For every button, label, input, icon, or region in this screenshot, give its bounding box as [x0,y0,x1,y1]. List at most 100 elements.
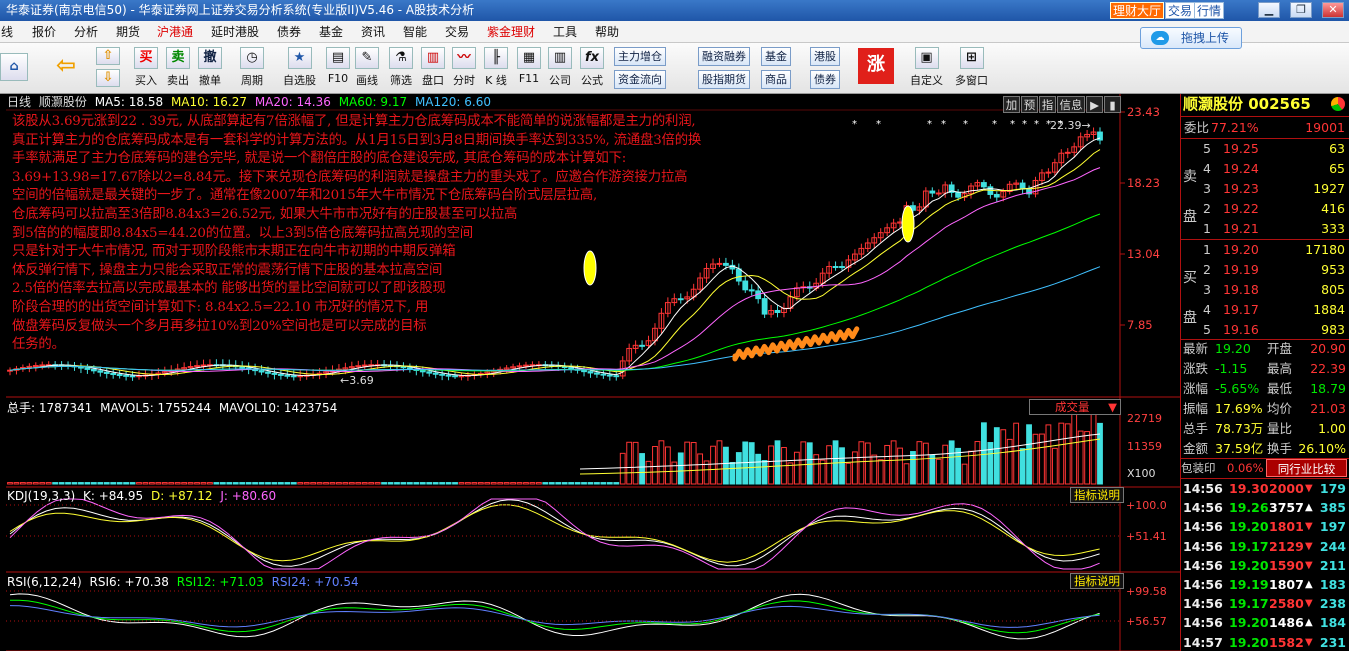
candle-body [200,364,207,367]
panel-toggle-icon[interactable]: ▮ [1104,96,1121,113]
ask-row[interactable]: 3 19.23 1927 [1181,179,1349,199]
menu-item-tools[interactable]: 工具 [553,21,577,43]
volume-bar [290,482,297,485]
order-book-button[interactable]: ▥ 盘口 [421,47,445,88]
index-button[interactable]: 指 [1039,96,1056,113]
volume-bar [19,482,26,485]
menu-item-trade[interactable]: 交易 [445,21,469,43]
tick-count: 238 [1319,596,1346,612]
kline-button[interactable]: ╟ K 线 [484,47,508,88]
fund-button[interactable]: 基金 [761,47,791,66]
kdj-help-button[interactable]: 指标说明 [1070,487,1124,503]
volume-bar [252,482,258,485]
menu-item-bonds[interactable]: 债券 [277,21,301,43]
volume-bar [45,482,52,485]
tick-volume: 3757 [1269,500,1304,516]
wealth-hall-button[interactable]: 理财大厅 [1110,2,1165,19]
back-arrow-icon: ⇦ [55,51,77,79]
index-futures-button[interactable]: 股指期货 [698,70,750,89]
menu-item-quote[interactable]: 报价 [32,21,56,43]
menu-item-futures[interactable]: 期货 [116,21,140,43]
close-icon[interactable]: ✕ [1322,2,1344,18]
bond-button[interactable]: 债券 [810,70,840,89]
menu-item-kline[interactable]: 线 [1,21,13,43]
bid-row[interactable]: 4 19.17 1884 [1181,300,1349,320]
cancel-order-button[interactable]: 撤 撤单 [198,47,222,88]
draw-line-button[interactable]: ✎ 画线 [355,47,379,88]
hk-stock-button[interactable]: 港股 [810,47,840,66]
industry-compare-button[interactable]: 同行业比较 [1266,459,1347,477]
volume-bar [1013,422,1020,485]
commodity-button[interactable]: 商品 [761,70,791,89]
menu-item-smart[interactable]: 智能 [403,21,427,43]
back-button[interactable]: ⇦ [52,51,80,79]
bid-row[interactable]: 5 19.16 983 [1181,320,1349,340]
trade-button[interactable]: 交易 [1165,2,1196,19]
tick-price: 19.30 [1229,481,1269,496]
sell-button[interactable]: 卖 卖出 [166,47,190,88]
company-button[interactable]: ▥ 公司 [548,47,572,88]
quote-button[interactable]: 行情 [1194,2,1225,19]
level-number: 1 [1203,221,1211,236]
volume-bar [548,482,555,485]
intraday-button[interactable]: 〰 分时 [452,47,476,88]
candle-body [516,365,523,368]
custom-button[interactable]: ▣ 自定义 [910,47,943,88]
level-number: 3 [1203,181,1211,196]
candle-body [594,372,600,375]
bid-row[interactable]: 1 19.20 17180 [1181,240,1349,260]
volume-axis-label: 22719 [1127,412,1162,425]
minimize-icon[interactable]: ▁ [1258,2,1280,18]
capital-flow-button[interactable]: 资金流向 [614,70,666,89]
menu-item-hk-connect[interactable]: 沪港通 [157,21,193,43]
multi-window-button[interactable]: ⊞ 多窗口 [955,47,988,88]
ask-row[interactable]: 1 19.21 333 [1181,219,1349,239]
margin-trading-button[interactable]: 融资融券 [698,47,750,66]
watchlist-button[interactable]: ★ 自选股 [283,47,316,88]
home-button[interactable]: ⌂ [0,53,28,81]
ask-row[interactable]: 5 19.25 63 [1181,139,1349,159]
bid-row[interactable]: 2 19.19 953 [1181,260,1349,280]
candle-body [419,369,426,373]
menu-item-zijin[interactable]: 紫金理财 [487,21,535,43]
alert-button[interactable]: 预 [1021,96,1038,113]
period-text: 日线 [7,95,32,109]
volume-bars [7,411,1103,485]
limit-up-button[interactable]: 涨 [858,48,894,84]
f11-button[interactable]: ▦ F11 [517,47,541,85]
pie-chart-icon[interactable] [1331,97,1345,111]
menu-item-help[interactable]: 帮助 [595,21,619,43]
ask-row[interactable]: 4 19.24 65 [1181,159,1349,179]
buy-button[interactable]: 买 买入 [134,47,158,88]
f10-button[interactable]: ▤ F10 [326,47,350,85]
volume-bar [413,482,420,485]
page-up-button[interactable]: ⇧ [96,47,120,65]
ask-row[interactable]: 2 19.22 416 [1181,199,1349,219]
formula-button[interactable]: fx 公式 [580,47,604,88]
ma10-text: MA10: 16.27 [170,95,247,109]
volume-bar [948,440,955,485]
arrow-up-icon: ▲ [1305,579,1313,590]
bid-row[interactable]: 3 19.18 805 [1181,280,1349,300]
drag-upload-button[interactable]: ☁ 拖拽上传 [1140,27,1242,49]
candle-body [445,374,452,377]
page-down-button[interactable]: ⇩ [96,69,120,87]
add-button[interactable]: 加 [1003,96,1020,113]
menu-item-news[interactable]: 资讯 [361,21,385,43]
intraday-label: 分时 [453,74,475,87]
rsi-help-button[interactable]: 指标说明 [1070,573,1124,589]
volume-bar [890,440,897,485]
level-volume: 805 [1321,282,1345,297]
period-button[interactable]: ◷ 周期 [240,47,264,88]
restore-icon[interactable]: ❐ [1290,2,1312,18]
volume-select[interactable]: 成交量 ▼ [1029,399,1121,415]
menu-item-analysis[interactable]: 分析 [74,21,98,43]
tick-row: 14:56 19.30 2000 ▼ 179 [1181,479,1349,499]
menu-item-funds[interactable]: 基金 [319,21,343,43]
play-icon[interactable]: ▶ [1086,96,1103,113]
menu-item-delayed-hk[interactable]: 延时港股 [211,21,259,43]
main-force-button[interactable]: 主力增仓 [614,47,666,66]
volume-bar [245,482,252,485]
screener-button[interactable]: ⚗ 筛选 [389,47,413,88]
info-button[interactable]: 信息 [1057,96,1085,113]
